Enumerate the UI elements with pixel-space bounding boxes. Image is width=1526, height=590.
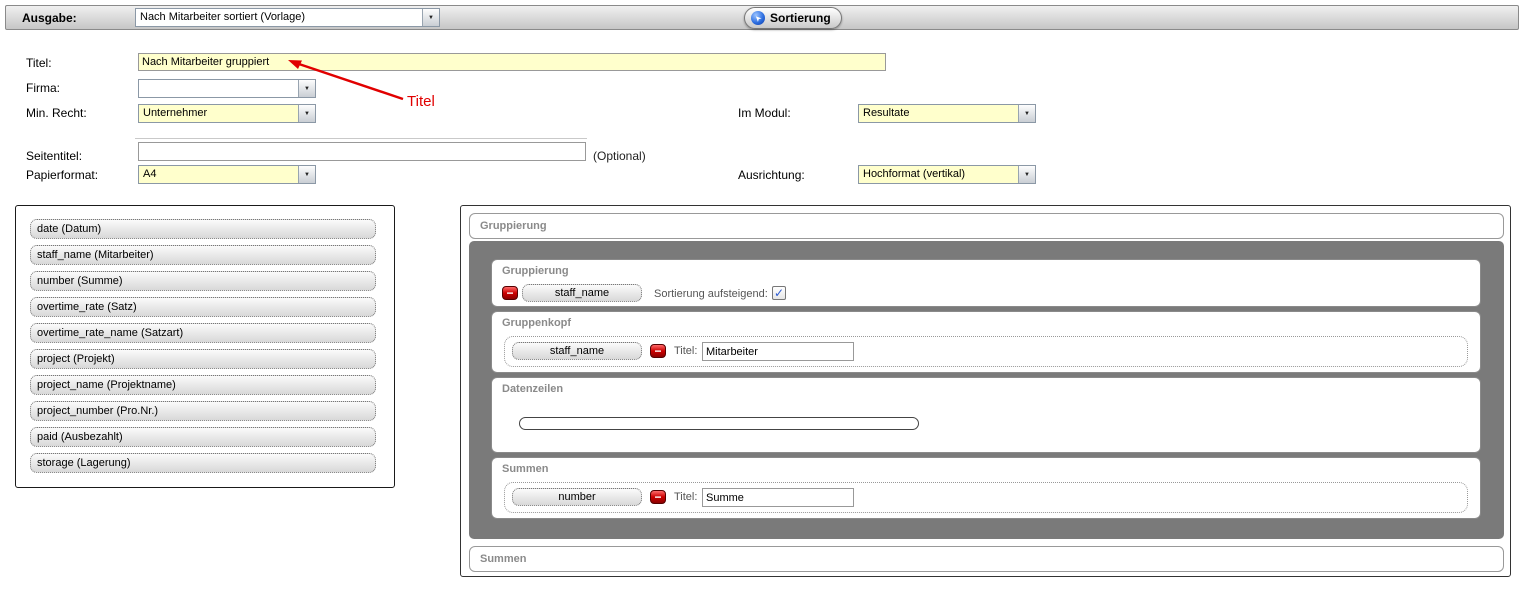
chevron-down-icon: ▼ (1018, 166, 1035, 183)
im-modul-label: Im Modul: (738, 106, 791, 120)
gruppierung-field-pill[interactable]: staff_name (522, 284, 642, 302)
summen-panel-title: Summen (502, 463, 548, 475)
summen-titel-label: Titel: (674, 491, 697, 503)
ausgabe-label: Ausgabe: (22, 11, 77, 25)
summen-panel: Summen number − Titel: (491, 457, 1481, 519)
ausrichtung-label: Ausrichtung: (738, 168, 805, 182)
field-item-project-number[interactable]: project_number (Pro.Nr.) (30, 401, 376, 421)
ausgabe-select[interactable]: Nach Mitarbeiter sortiert (Vorlage) ▼ (135, 8, 440, 27)
field-item-project[interactable]: project (Projekt) (30, 349, 376, 369)
seitentitel-input[interactable] (138, 142, 586, 161)
remove-icon[interactable]: − (502, 286, 518, 300)
min-recht-label: Min. Recht: (26, 106, 87, 120)
sortierung-button[interactable]: ➤ Sortierung (744, 7, 842, 29)
sortierung-icon: ➤ (751, 11, 765, 25)
field-item-number[interactable]: number (Summe) (30, 271, 376, 291)
field-item-project-name[interactable]: project_name (Projektname) (30, 375, 376, 395)
remove-icon[interactable]: − (650, 490, 666, 504)
chevron-down-icon: ▼ (1018, 105, 1035, 122)
chevron-down-icon: ▼ (298, 105, 315, 122)
firma-label: Firma: (26, 81, 60, 95)
datenzeilen-panel: Datenzeilen (491, 377, 1481, 453)
summen-field-pill[interactable]: number (512, 488, 642, 506)
field-item-overtime-rate[interactable]: overtime_rate (Satz) (30, 297, 376, 317)
gruppenkopf-titel-input[interactable] (702, 342, 854, 361)
summen-section-bar: Summen (469, 546, 1504, 572)
ausrichtung-select-value: Hochformat (vertikal) (859, 166, 1018, 183)
titel-input[interactable] (138, 53, 886, 71)
papierformat-label: Papierformat: (26, 168, 98, 182)
gruppenkopf-dropzone[interactable] (504, 336, 1468, 367)
chevron-down-icon: ▼ (298, 166, 315, 183)
ausrichtung-select[interactable]: Hochformat (vertikal) ▼ (858, 165, 1036, 184)
sort-ascending-label: Sortierung aufsteigend: (654, 288, 768, 300)
chevron-down-icon: ▼ (298, 80, 315, 97)
section-divider (135, 138, 587, 139)
sort-ascending-checkbox[interactable]: ✓ (772, 286, 786, 300)
im-modul-select-value: Resultate (859, 105, 1018, 122)
gruppenkopf-titel-label: Titel: (674, 345, 697, 357)
sortierung-button-label: Sortierung (770, 11, 831, 25)
titel-label: Titel: (26, 56, 52, 70)
gruppierung-panel: Gruppierung − staff_name Sortierung aufs… (491, 259, 1481, 307)
seitentitel-label: Seitentitel: (26, 149, 82, 163)
optional-hint: (Optional) (593, 149, 646, 163)
datenzeilen-panel-title: Datenzeilen (502, 383, 563, 395)
gruppenkopf-panel-title: Gruppenkopf (502, 317, 571, 329)
field-item-paid[interactable]: paid (Ausbezahlt) (30, 427, 376, 447)
field-item-date[interactable]: date (Datum) (30, 219, 376, 239)
gruppenkopf-panel: Gruppenkopf staff_name − Titel: (491, 311, 1481, 373)
annotation-titel-text: Titel (407, 93, 435, 110)
im-modul-select[interactable]: Resultate ▼ (858, 104, 1036, 123)
check-icon: ✓ (774, 287, 784, 299)
report-builder: Gruppierung Gruppierung − staff_name Sor… (460, 205, 1511, 577)
gruppenkopf-field-pill[interactable]: staff_name (512, 342, 642, 360)
firma-select[interactable]: ▼ (138, 79, 316, 98)
datenzeilen-dropzone[interactable] (519, 417, 919, 430)
summen-titel-input[interactable] (702, 488, 854, 507)
gruppierung-section-bar: Gruppierung (469, 213, 1504, 239)
papierformat-select-value: A4 (139, 166, 298, 183)
field-item-storage[interactable]: storage (Lagerung) (30, 453, 376, 473)
summen-dropzone[interactable] (504, 482, 1468, 513)
chevron-down-icon: ▼ (422, 9, 439, 26)
gruppierung-container: Gruppierung − staff_name Sortierung aufs… (469, 241, 1504, 539)
gruppierung-panel-title: Gruppierung (502, 265, 569, 277)
field-palette: date (Datum) staff_name (Mitarbeiter) nu… (15, 205, 395, 488)
field-item-staff-name[interactable]: staff_name (Mitarbeiter) (30, 245, 376, 265)
field-item-overtime-rate-name[interactable]: overtime_rate_name (Satzart) (30, 323, 376, 343)
remove-icon[interactable]: − (650, 344, 666, 358)
papierformat-select[interactable]: A4 ▼ (138, 165, 316, 184)
ausgabe-select-value: Nach Mitarbeiter sortiert (Vorlage) (136, 9, 422, 26)
firma-select-value (139, 80, 298, 97)
min-recht-select-value: Unternehmer (139, 105, 298, 122)
min-recht-select[interactable]: Unternehmer ▼ (138, 104, 316, 123)
